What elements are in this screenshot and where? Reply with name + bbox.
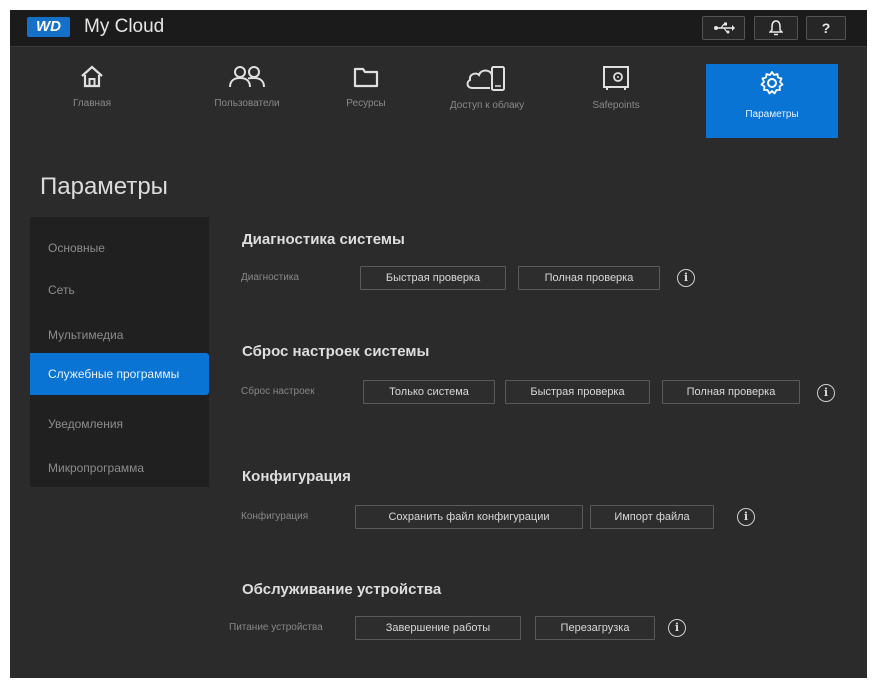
save-config-button[interactable]: Сохранить файл конфигурации — [355, 505, 583, 529]
quick-test-button[interactable]: Быстрая проверка — [360, 266, 506, 290]
nav-label-safepoints: Safepoints — [592, 100, 640, 111]
sidebar-item-utilities[interactable]: Служебные программы — [30, 353, 209, 395]
section-title-reset: Сброс настроек системы — [242, 343, 430, 360]
settings-sidebar: Основные Сеть Мультимедиа Служебные прог… — [30, 217, 209, 487]
users-icon — [229, 66, 265, 88]
sidebar-item-media[interactable]: Мультимедиа — [30, 314, 209, 356]
section-title-diagnostics: Диагностика системы — [242, 231, 405, 248]
main-nav: Главная Пользователи Ресурсы Доступ к об… — [10, 47, 867, 145]
maintenance-info-icon[interactable]: i — [668, 619, 686, 637]
nav-item-shares[interactable]: Ресурсы — [336, 64, 396, 139]
row-label-config: Конфигурация — [241, 511, 309, 522]
app-window: WD My Cloud ? Главная Пользователи Ресур… — [10, 10, 867, 678]
gear-icon — [760, 71, 784, 95]
bell-icon — [768, 20, 784, 36]
section-title-maintenance: Обслуживание устройства — [242, 581, 442, 598]
sidebar-item-firmware[interactable]: Микропрограмма — [30, 447, 209, 489]
system-only-button[interactable]: Только система — [363, 380, 495, 404]
app-title: My Cloud — [84, 16, 165, 37]
top-bar: WD My Cloud ? — [10, 10, 867, 47]
full-test-button[interactable]: Полная проверка — [518, 266, 660, 290]
wd-logo: WD — [27, 17, 70, 37]
notifications-button[interactable] — [754, 16, 798, 40]
row-label-reset: Сброс настроек — [241, 386, 315, 397]
cloud-access-icon — [466, 66, 505, 91]
row-label-diagnostics: Диагностика — [241, 272, 299, 283]
usb-button[interactable] — [702, 16, 745, 40]
reset-full-test-button[interactable]: Полная проверка — [662, 380, 800, 404]
nav-item-safepoints[interactable]: Safepoints — [581, 64, 651, 139]
shutdown-button[interactable]: Завершение работы — [355, 616, 521, 640]
sidebar-item-notifications[interactable]: Уведомления — [30, 403, 209, 445]
reset-quick-test-button[interactable]: Быстрая проверка — [505, 380, 650, 404]
folder-icon — [353, 67, 379, 88]
safe-icon — [603, 66, 629, 90]
diagnostics-info-icon[interactable]: i — [677, 269, 695, 287]
nav-label-users: Пользователи — [214, 98, 280, 109]
usb-icon — [713, 22, 735, 34]
reboot-button[interactable]: Перезагрузка — [535, 616, 655, 640]
row-label-maintenance: Питание устройства — [229, 622, 323, 633]
page-title: Параметры — [40, 173, 168, 200]
import-file-button[interactable]: Импорт файла — [590, 505, 714, 529]
help-button[interactable]: ? — [806, 16, 846, 40]
sidebar-item-network[interactable]: Сеть — [30, 269, 209, 311]
nav-label-settings: Параметры — [745, 109, 799, 120]
home-icon — [81, 65, 103, 88]
config-info-icon[interactable]: i — [737, 508, 755, 526]
nav-item-settings[interactable]: Параметры — [706, 64, 838, 138]
nav-label-home: Главная — [72, 98, 112, 109]
nav-item-users[interactable]: Пользователи — [202, 64, 292, 139]
reset-info-icon[interactable]: i — [817, 384, 835, 402]
help-icon: ? — [821, 20, 831, 36]
nav-label-cloud-access: Доступ к облаку — [449, 100, 525, 111]
nav-label-shares: Ресурсы — [346, 98, 386, 109]
nav-item-cloud-access[interactable]: Доступ к облаку — [437, 64, 537, 139]
section-title-config: Конфигурация — [242, 468, 351, 485]
sidebar-item-general[interactable]: Основные — [30, 227, 209, 269]
nav-item-home[interactable]: Главная — [62, 64, 122, 139]
